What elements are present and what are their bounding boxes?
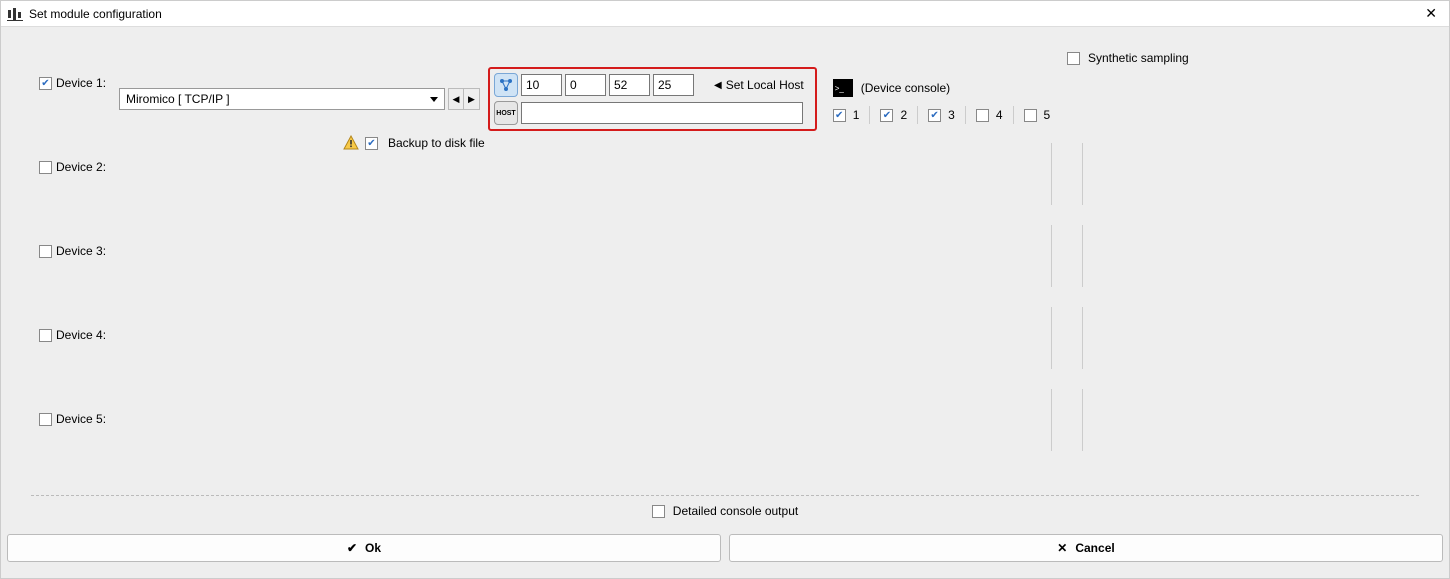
device-2-label: Device 2: — [56, 160, 106, 174]
ok-button-label: Ok — [365, 541, 381, 555]
device-row-3: Device 3: — [1, 235, 1449, 319]
device-row-2: Device 2: — [1, 151, 1449, 235]
titlebar: Set module configuration ✕ — [1, 1, 1449, 26]
cancel-button[interactable]: ✕ Cancel — [729, 534, 1443, 562]
channel-5-checkbox[interactable] — [1024, 109, 1037, 122]
ip-octet-4[interactable] — [653, 74, 694, 96]
channel-5-label: 5 — [1044, 108, 1051, 122]
device-row-1: Device 1: Miromico [ TCP/IP ] ◀ ▶ — [1, 67, 1449, 151]
channel-1-checkbox[interactable] — [833, 109, 846, 122]
host-input[interactable] — [521, 102, 803, 124]
warning-icon — [343, 135, 359, 151]
device-5-checkbox[interactable] — [39, 413, 52, 426]
device-3-checkbox[interactable] — [39, 245, 52, 258]
synthetic-sampling-label: Synthetic sampling — [1088, 51, 1189, 65]
device-3-label: Device 3: — [56, 244, 106, 258]
set-local-host-label: Set Local Host — [726, 78, 804, 92]
device-console-button[interactable]: >_ — [833, 79, 853, 97]
synthetic-sampling-checkbox[interactable] — [1067, 52, 1080, 65]
device-2-checkbox[interactable] — [39, 161, 52, 174]
arrow-left-icon: ◀ — [714, 80, 722, 91]
close-icon: ✕ — [1057, 541, 1067, 555]
host-icon-button[interactable]: HOST — [494, 101, 518, 125]
network-icon — [499, 78, 513, 92]
backup-checkbox[interactable] — [365, 137, 378, 150]
ok-button[interactable]: ✔ Ok — [7, 534, 721, 562]
channel-2-label: 2 — [900, 108, 907, 122]
channel-2-checkbox[interactable] — [880, 109, 893, 122]
synthetic-sampling-option: Synthetic sampling — [1067, 51, 1189, 65]
device-1-checkbox[interactable] — [39, 77, 52, 90]
device-1-dropdown-value: Miromico [ TCP/IP ] — [126, 92, 230, 106]
channel-4-label: 4 — [996, 108, 1003, 122]
ip-icon-button[interactable] — [494, 73, 518, 97]
device-1-dropdown[interactable]: Miromico [ TCP/IP ] — [119, 88, 445, 110]
close-button[interactable]: ✕ — [1421, 5, 1441, 22]
next-button[interactable]: ▶ — [464, 88, 480, 110]
separator — [31, 495, 1419, 496]
set-local-host-button[interactable]: ◀ Set Local Host — [707, 74, 811, 96]
backup-label: Backup to disk file — [388, 136, 485, 150]
ip-octet-3[interactable] — [609, 74, 650, 96]
window: Set module configuration ✕ Synthetic sam… — [0, 0, 1450, 579]
device-1-label: Device 1: — [56, 76, 106, 90]
channel-3-checkbox[interactable] — [928, 109, 941, 122]
device-5-label: Device 5: — [56, 412, 106, 426]
detailed-output-checkbox[interactable] — [652, 505, 665, 518]
ip-octet-2[interactable] — [565, 74, 606, 96]
window-title: Set module configuration — [29, 7, 162, 21]
check-icon: ✔ — [347, 541, 357, 555]
vertical-separators — [1051, 143, 1083, 471]
ip-octet-1[interactable] — [521, 74, 562, 96]
cancel-button-label: Cancel — [1075, 541, 1114, 555]
highlight-box: ◀ Set Local Host HOST — [488, 67, 817, 131]
channel-checkboxes: 1 2 3 4 5 — [833, 106, 1050, 124]
device-4-label: Device 4: — [56, 328, 106, 342]
chevron-down-icon — [430, 97, 438, 102]
channel-1-label: 1 — [853, 108, 860, 122]
channel-4-checkbox[interactable] — [976, 109, 989, 122]
channel-3-label: 3 — [948, 108, 955, 122]
device-4-checkbox[interactable] — [39, 329, 52, 342]
detailed-output-label: Detailed console output — [673, 504, 798, 518]
device-console-label: (Device console) — [861, 81, 950, 95]
device-row-5: Device 5: — [1, 403, 1449, 487]
prev-button[interactable]: ◀ — [448, 88, 464, 110]
host-icon: HOST — [496, 110, 515, 117]
app-icon — [7, 6, 23, 22]
device-row-4: Device 4: — [1, 319, 1449, 403]
